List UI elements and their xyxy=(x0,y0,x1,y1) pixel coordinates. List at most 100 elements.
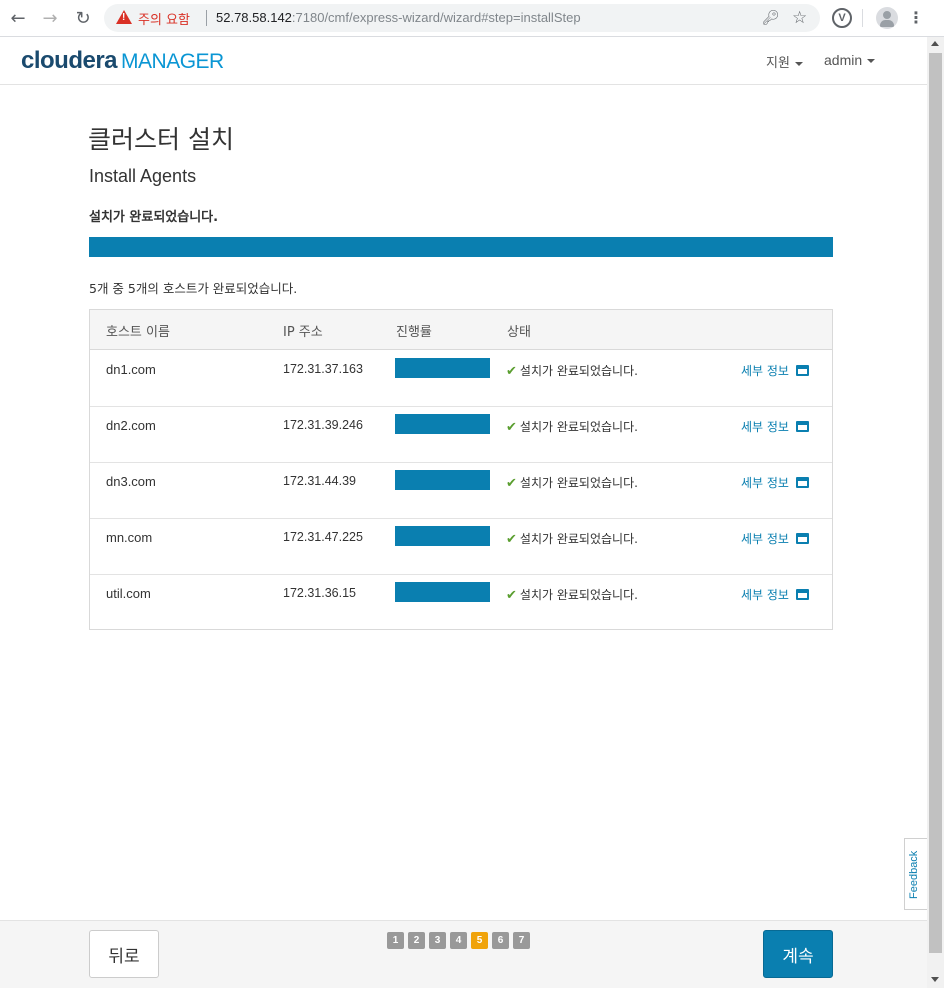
browser-toolbar: ← → ↻ 주의 요함 52.78.58.142:7180/cmf/expres… xyxy=(0,0,944,37)
host-ip: 172.31.37.163 xyxy=(283,362,363,376)
host-detail-link[interactable]: 세부 정보 xyxy=(741,362,809,379)
reload-icon[interactable]: ↻ xyxy=(71,7,95,29)
check-icon: ✔ xyxy=(506,588,517,603)
security-warning[interactable]: 주의 요함 xyxy=(138,9,190,28)
window-icon xyxy=(795,421,809,432)
column-header-status: 상태 xyxy=(507,325,531,340)
host-status: ✔ 설치가 완료되었습니다. xyxy=(506,474,638,491)
support-label: 지원 xyxy=(766,56,790,71)
cloudera-manager-logo[interactable]: cloudera MANAGER xyxy=(21,47,224,75)
wizard-step-2[interactable]: 2 xyxy=(408,932,425,949)
wizard-footer: 뒤로 1234567 계속 xyxy=(0,920,927,988)
host-detail-label: 세부 정보 xyxy=(741,476,789,490)
host-name: util.com xyxy=(106,586,151,601)
wizard-step-5[interactable]: 5 xyxy=(471,932,488,949)
check-icon: ✔ xyxy=(506,532,517,547)
wizard-step-4[interactable]: 4 xyxy=(450,932,467,949)
scroll-thumb[interactable] xyxy=(929,53,942,953)
window-icon xyxy=(795,589,809,600)
back-button[interactable]: 뒤로 xyxy=(89,930,159,978)
column-header-progress: 진행률 xyxy=(396,325,432,340)
wizard-step-1[interactable]: 1 xyxy=(387,932,404,949)
scroll-up-icon[interactable] xyxy=(931,41,939,46)
page-scrollbar[interactable] xyxy=(927,37,944,988)
table-row: mn.com 172.31.47.225 ✔ 설치가 완료되었습니다. 세부 정보 xyxy=(90,519,832,575)
warning-icon xyxy=(116,10,132,24)
wizard-step-6[interactable]: 6 xyxy=(492,932,509,949)
user-label: admin xyxy=(824,52,863,68)
host-name: dn3.com xyxy=(106,474,156,489)
omnibox-divider xyxy=(206,10,207,26)
feedback-tab[interactable]: Feedback xyxy=(904,838,927,910)
host-detail-link[interactable]: 세부 정보 xyxy=(741,530,809,547)
host-progress-fill xyxy=(395,470,490,490)
logo-sub-text: MANAGER xyxy=(121,50,224,73)
host-name: mn.com xyxy=(106,530,153,545)
back-arrow-icon[interactable]: ← xyxy=(6,7,30,29)
host-progress-fill xyxy=(395,526,490,546)
window-icon xyxy=(795,533,809,544)
address-bar[interactable]: 주의 요함 52.78.58.142:7180/cmf/express-wiza… xyxy=(104,4,820,32)
page-title: 클러스터 설치 xyxy=(88,125,234,154)
wizard-step-indicator: 1234567 xyxy=(387,932,530,949)
host-detail-label: 세부 정보 xyxy=(741,364,789,378)
check-icon: ✔ xyxy=(506,420,517,435)
table-header: 호스트 이름 IP 주소 진행률 상태 xyxy=(90,310,832,350)
host-progress-bar xyxy=(395,358,490,378)
host-progress-fill xyxy=(395,414,490,434)
support-menu[interactable]: 지원 xyxy=(766,52,803,71)
url-text[interactable]: 52.78.58.142:7180/cmf/express-wizard/wiz… xyxy=(216,10,581,25)
host-status-text: 설치가 완료되었습니다. xyxy=(519,532,638,546)
host-progress-bar xyxy=(395,582,490,602)
scroll-down-icon[interactable] xyxy=(931,977,939,982)
host-progress-fill xyxy=(395,358,490,378)
table-row: dn3.com 172.31.44.39 ✔ 설치가 완료되었습니다. 세부 정보 xyxy=(90,463,832,519)
host-status: ✔ 설치가 완료되었습니다. xyxy=(506,362,638,379)
wizard-step-7[interactable]: 7 xyxy=(513,932,530,949)
column-header-host: 호스트 이름 xyxy=(106,325,170,340)
host-status-text: 설치가 완료되었습니다. xyxy=(519,588,638,602)
host-install-table: 호스트 이름 IP 주소 진행률 상태 dn1.com 172.31.37.163… xyxy=(89,309,833,630)
host-progress-bar xyxy=(395,470,490,490)
table-row: dn1.com 172.31.37.163 ✔ 설치가 완료되었습니다. 세부 정보 xyxy=(90,351,832,407)
caret-down-icon xyxy=(867,59,876,64)
app-header: cloudera MANAGER 지원 admin xyxy=(0,37,927,85)
host-status-text: 설치가 완료되었습니다. xyxy=(519,420,638,434)
host-ip: 172.31.39.246 xyxy=(283,418,363,432)
overall-progress-bar xyxy=(89,237,833,257)
table-row: dn2.com 172.31.39.246 ✔ 설치가 완료되었습니다. 세부 정보 xyxy=(90,407,832,463)
toolbar-divider xyxy=(862,9,863,27)
bookmark-star-icon[interactable]: ☆ xyxy=(792,8,807,28)
host-detail-label: 세부 정보 xyxy=(741,532,789,546)
table-row: util.com 172.31.36.15 ✔ 설치가 완료되었습니다. 세부 정보 xyxy=(90,575,832,631)
user-menu[interactable]: admin xyxy=(824,52,876,68)
host-detail-label: 세부 정보 xyxy=(741,588,789,602)
check-icon: ✔ xyxy=(506,364,517,379)
profile-avatar-icon[interactable] xyxy=(876,7,898,29)
host-progress-bar xyxy=(395,414,490,434)
host-detail-link[interactable]: 세부 정보 xyxy=(741,418,809,435)
hosts-summary: 5개 중 5개의 호스트가 완료되었습니다. xyxy=(89,281,298,296)
extension-v-icon[interactable]: V xyxy=(832,8,852,28)
host-detail-link[interactable]: 세부 정보 xyxy=(741,474,809,491)
host-status: ✔ 설치가 완료되었습니다. xyxy=(506,418,638,435)
host-progress-bar xyxy=(395,526,490,546)
forward-arrow-icon[interactable]: → xyxy=(38,7,62,29)
wizard-step-3[interactable]: 3 xyxy=(429,932,446,949)
more-vert-icon[interactable]: ⋮ xyxy=(908,8,924,27)
overall-progress-fill xyxy=(89,237,833,257)
window-icon xyxy=(795,477,809,488)
url-path: :7180/cmf/express-wizard/wizard#step=ins… xyxy=(291,10,581,25)
host-status-text: 설치가 완료되었습니다. xyxy=(519,364,638,378)
host-status: ✔ 설치가 완료되었습니다. xyxy=(506,530,638,547)
check-icon: ✔ xyxy=(506,476,517,491)
host-name: dn1.com xyxy=(106,362,156,377)
continue-button[interactable]: 계속 xyxy=(763,930,833,978)
key-icon[interactable]: 🔑︎ xyxy=(762,10,780,26)
host-detail-link[interactable]: 세부 정보 xyxy=(741,586,809,603)
host-ip: 172.31.47.225 xyxy=(283,530,363,544)
feedback-label: Feedback xyxy=(908,850,920,899)
window-icon xyxy=(795,365,809,376)
host-name: dn2.com xyxy=(106,418,156,433)
host-status-text: 설치가 완료되었습니다. xyxy=(519,476,638,490)
